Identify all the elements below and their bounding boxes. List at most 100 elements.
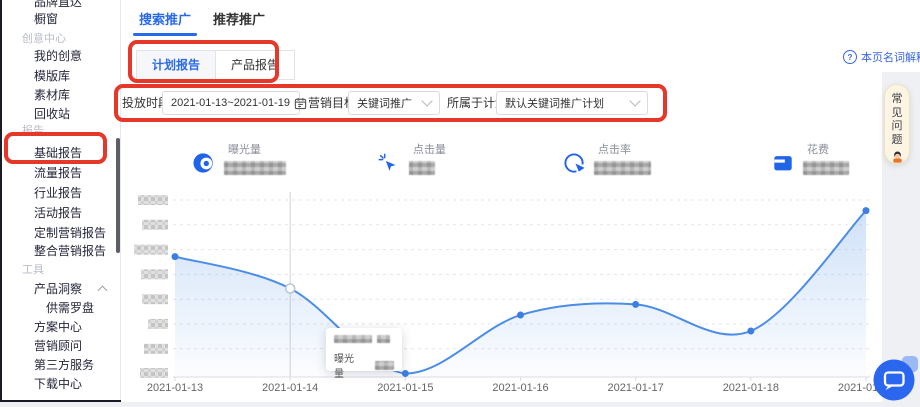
sidebar-item-label: 基础报告 [34,144,82,162]
sidebar-section-报告: 报告 [0,122,120,140]
metric-card-点击率: 点击率 [563,141,651,175]
sidebar-item-label: 活动报告 [34,204,82,222]
data-point[interactable] [863,207,870,214]
sidebar-item-label: 模版库 [34,67,70,85]
faq-tab-char: 题 [892,134,903,148]
sidebar-item-基础报告[interactable]: 基础报告 [0,144,120,162]
calendar-icon [294,97,307,110]
sidebar-item-回收站[interactable]: 回收站 [0,105,120,123]
sidebar-scrollbar[interactable] [116,138,120,253]
tooltip-date-censored [334,335,372,343]
chevron-down-icon [629,95,640,106]
data-point[interactable] [402,370,409,377]
sidebar-item-营销顾问[interactable]: 营销顾问 [0,337,120,355]
sidebar-item-label: 报告 [22,122,44,140]
date-range-value: 2021-01-13~2021-01-19 [171,97,290,109]
question-circle-icon: ? [843,50,857,64]
tab-搜索推广[interactable]: 搜索推广 [135,0,195,40]
sidebar-item-方案中心[interactable]: 方案中心 [0,318,120,336]
promotion-tabbar: 搜索推广推荐推广 [135,0,269,40]
metric-card-点击量: 点击量 [378,141,446,175]
metric-label: 花费 [807,141,829,157]
sidebar-item-流量报告[interactable]: 流量报告 [0,164,120,182]
sidebar-item-橱窗[interactable]: 橱窗 [0,10,120,28]
plan-select[interactable]: 默认关键词推广计划 [496,91,648,115]
y-axis-label-censored [140,368,168,378]
y-axis-label-censored [141,269,168,279]
faq-tab-char: 见 [892,107,903,121]
trend-chart[interactable]: 2021-01-13 2021-01-14 2021-01-15 2021-01-16… [130,190,882,402]
metric-label: 曝光量 [228,141,261,157]
sidebar-item-label: 供需罗盘 [46,299,94,317]
sidebar-item-活动报告[interactable]: 活动报告 [0,204,120,222]
x-axis-label: 2021-01-16 [492,382,548,394]
sidebar-item-我的创意[interactable]: 我的创意 [0,47,120,65]
sidebar-item-素材库[interactable]: 素材库 [0,86,120,104]
sidebar-item-label: 整合营销报告 [34,242,106,260]
sidebar-item-label: 流量报告 [34,164,82,182]
sidebar-item-label: 营销顾问 [34,337,82,355]
chat-bubble-button[interactable] [872,356,920,402]
sidebar-item-label: 素材库 [34,86,70,104]
faq-floating-tab[interactable]: 常见问题 [884,84,910,164]
metric-label: 点击率 [598,141,631,157]
y-axis-label-censored [142,220,168,230]
tooltip-weekday-censored [377,335,390,343]
sidebar-item-供需罗盘[interactable]: 供需罗盘 [0,299,120,317]
window-left-edge [0,0,2,402]
sidebar-item-label: 橱窗 [34,10,58,28]
data-point[interactable] [747,327,754,334]
data-point[interactable] [517,312,524,319]
data-point[interactable] [632,301,639,308]
y-axis-label-censored [148,319,168,329]
y-axis-label-censored [144,344,168,354]
tooltip-value-censored [375,361,394,370]
metric-value-censored [803,161,849,175]
subtab-计划报告[interactable]: 计划报告 [136,50,216,80]
sidebar-item-产品洞察[interactable]: 产品洞察 [0,280,120,298]
x-axis-label: 2021-01-17 [608,382,664,394]
x-axis-label: 2021-01-13 [147,382,203,394]
chat-bubble-icon [872,356,920,402]
sidebar-item-label: 我的创意 [34,47,82,65]
sidebar-item-label: 第三方服务 [34,356,94,374]
report-subtabs: 计划报告产品报告 [136,50,295,80]
line-chart-svg: 2021-01-13 2021-01-14 2021-01-15 2021-01-16… [130,190,882,402]
tab-推荐推广[interactable]: 推荐推广 [209,0,269,40]
faq-tab-char: 常 [892,93,903,107]
sidebar-item-label: 工具 [22,261,44,279]
sidebar-item-label: 定制营销报告 [34,224,106,242]
glossary-link[interactable]: ? 本页名词解释 [843,49,920,65]
data-point[interactable] [172,253,179,260]
x-axis-label: 2021-01-15 [377,382,433,394]
faq-tab-label: 常见问题 [892,93,903,147]
metric-card-花费: 花费 [772,141,849,175]
sidebar-item-下载中心[interactable]: 下载中心 [0,375,120,393]
date-range-input[interactable]: 2021-01-13~2021-01-19 [162,91,300,115]
y-axis-label-censored [142,294,168,304]
sidebar-item-label: 方案中心 [34,318,82,336]
metric-value-censored [594,161,651,175]
sidebar-item-第三方服务[interactable]: 第三方服务 [0,356,120,374]
sidebar-item-整合营销报告[interactable]: 整合营销报告 [0,242,120,260]
data-point-highlighted[interactable] [286,284,295,293]
sidebar-item-label: 回收站 [34,105,70,123]
subtab-产品报告[interactable]: 产品报告 [215,50,295,80]
chevron-up-icon [98,286,108,296]
metric-value-censored [409,161,435,175]
chevron-down-icon [421,95,432,106]
metric-value-censored [224,161,286,175]
sidebar-item-label: 下载中心 [34,375,82,393]
sidebar-item-模版库[interactable]: 模版库 [0,67,120,85]
sidebar-section-创意中心: 创意中心 [0,30,120,48]
metric-label: 点击量 [413,141,446,157]
tooltip-metric-label: 曝光量 [334,350,362,380]
ctr-icon [563,152,585,174]
sidebar-item-label: 行业报告 [34,184,82,202]
sidebar-item-行业报告[interactable]: 行业报告 [0,184,120,202]
sidebar-item-定制营销报告[interactable]: 定制营销报告 [0,224,120,242]
plan-value: 默认关键词推广计划 [505,95,625,111]
marketing-goal-select[interactable]: 关键词推广 [348,91,440,115]
chart-tooltip: 曝光量 [326,328,402,371]
x-axis-label: 2021-01-14 [262,382,318,394]
